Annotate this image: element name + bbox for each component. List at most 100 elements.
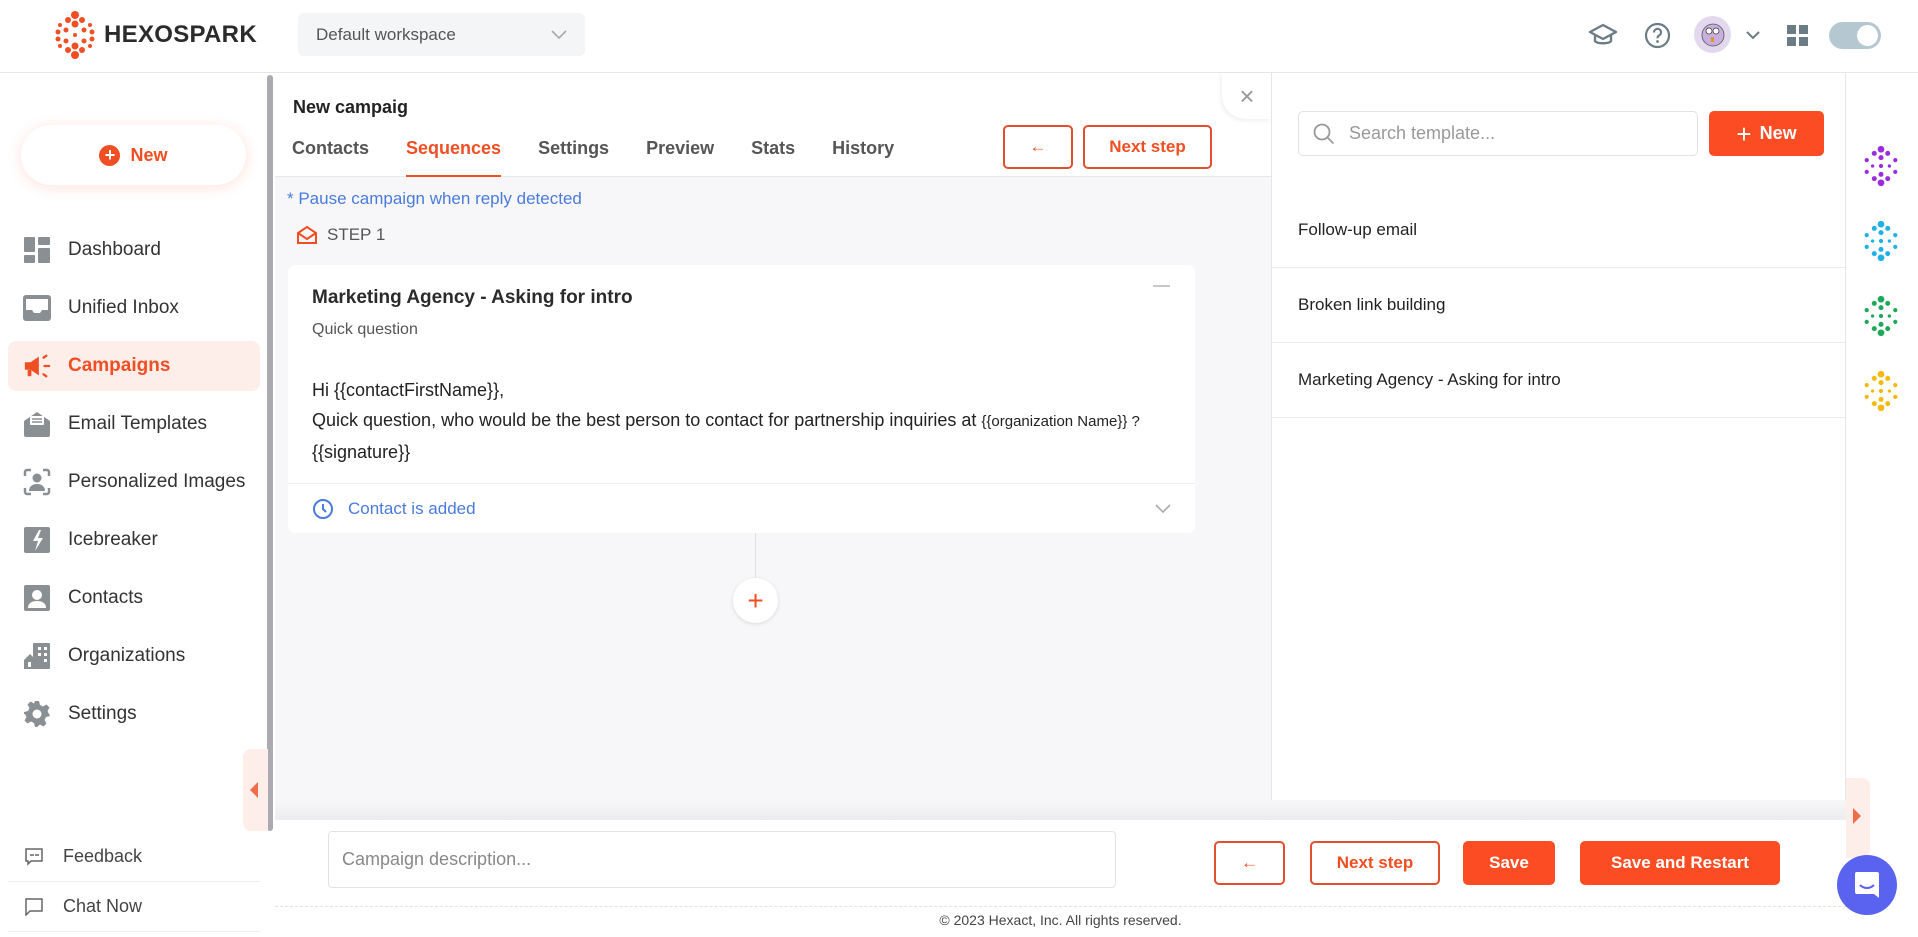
chevron-down-icon [551,29,567,39]
feedback-icon [25,847,43,866]
pause-campaign-note[interactable]: * Pause campaign when reply detected [287,189,582,209]
new-template-button[interactable]: + New [1709,111,1824,156]
right-panel-expand-button[interactable] [1846,778,1870,858]
next-step-button[interactable]: Next step [1083,125,1212,169]
brand-logo[interactable]: HEXOSPARK [52,10,257,60]
chat-bubble-icon [1855,872,1879,898]
campaign-editor: New campaig Contacts Sequences Settings … [275,73,1272,820]
copyright: © 2023 Hexact, Inc. All rights reserved. [939,912,1182,928]
close-icon: × [1239,80,1255,111]
campaign-description-field[interactable] [328,831,1116,888]
sequence-step-card[interactable]: Marketing Agency - Asking for intro Quic… [288,265,1195,533]
sidebar-item-settings[interactable]: Settings [8,689,260,739]
sidebar-item-dashboard[interactable]: Dashboard [8,225,260,275]
campaign-tabs: Contacts Sequences Settings Preview Stat… [292,138,931,177]
help-icon[interactable] [1644,22,1671,49]
feedback-link[interactable]: Feedback [8,832,260,882]
tab-settings[interactable]: Settings [538,138,609,177]
nav-label: Dashboard [68,239,161,260]
chat-now-label: Chat Now [63,896,143,916]
chat-icon [25,897,43,916]
nav-label: Unified Inbox [68,297,179,318]
apps-grid-icon[interactable] [1787,25,1808,46]
campaign-title: New campaig [293,97,409,117]
contact-icon [24,585,50,611]
step-subject: Quick question [312,321,418,338]
email-open-icon [297,226,317,244]
dashboard-icon [24,237,50,263]
close-button[interactable]: × [1222,73,1272,119]
face-scan-icon [23,468,51,496]
sidebar-collapse-button[interactable] [243,749,268,831]
collapse-step-icon[interactable] [1153,285,1170,287]
campaign-header: New campaig Contacts Sequences Settings … [275,73,1272,177]
hexomatic-app-icon[interactable] [1860,145,1902,187]
support-chat-button[interactable] [1837,855,1897,915]
template-list: Follow-up email Broken link building Mar… [1272,193,1845,418]
nav-label: Personalized Images [68,471,246,492]
app-switcher-rail [1860,145,1910,445]
bottom-shadow [275,800,1846,820]
chat-now-link[interactable]: Chat Now [8,882,260,932]
step-number: STEP 1 [327,225,386,244]
save-and-restart-button[interactable]: Save and Restart [1580,841,1780,885]
footer-next-step-button[interactable]: Next step [1310,841,1440,885]
footer-back-button[interactable]: ← [1214,841,1285,885]
template-search-input[interactable] [1349,123,1669,144]
hexosign-app-icon[interactable] [1860,370,1902,412]
sidebar-nav: Dashboard Unified Inbox Campaigns Email … [8,225,260,747]
lightning-icon [24,527,50,553]
toggle-knob [1857,25,1878,46]
hexowatch-app-icon[interactable] [1860,295,1902,337]
sidebar-item-organizations[interactable]: Organizations [8,631,260,681]
template-item[interactable]: Marketing Agency - Asking for intro [1272,343,1845,418]
sidebar-item-contacts[interactable]: Contacts [8,573,260,623]
top-bar: HEXOSPARK Default workspace [0,0,1918,73]
sidebar-item-unified-inbox[interactable]: Unified Inbox [8,283,260,333]
new-template-label: New [1759,123,1797,143]
back-button[interactable]: ← [1003,125,1073,169]
campaign-description-input[interactable] [342,849,1102,870]
sidebar-item-personalized-images[interactable]: Personalized Images [8,457,260,507]
building-icon [24,643,50,669]
tab-contacts[interactable]: Contacts [292,138,369,177]
email-template-icon [24,412,50,437]
user-avatar[interactable] [1694,16,1731,53]
template-search[interactable] [1298,111,1698,156]
sidebar-item-icebreaker[interactable]: Icebreaker [8,515,260,565]
hexometer-app-icon[interactable] [1860,220,1902,262]
sidebar-scrollbar[interactable] [267,75,273,831]
brand-name: HEXOSPARK [104,21,257,48]
nav-label: Settings [68,703,137,724]
sidebar-item-email-templates[interactable]: Email Templates [8,399,260,449]
body-variable: {{organization Name}} ? [981,413,1140,430]
plus-circle-icon: + [99,144,121,166]
tab-preview[interactable]: Preview [646,138,714,177]
megaphone-icon [24,354,51,378]
tab-sequences[interactable]: Sequences [406,138,502,177]
new-label: New [130,144,168,165]
chevron-down-icon[interactable] [1745,30,1761,40]
trigger-label: Contact is added [348,498,476,518]
step-label: STEP 1 [297,225,385,245]
sidebar-item-campaigns[interactable]: Campaigns [8,341,260,391]
workspace-select[interactable]: Default workspace [298,13,585,56]
plus-icon: + [1736,118,1752,149]
clock-icon [313,498,333,519]
body-line: {{signature}} [312,442,411,462]
template-item[interactable]: Follow-up email [1272,193,1845,268]
campaign-footer-bar: ← Next step Save Save and Restart [275,820,1846,907]
body-line: Hi {{contactFirstName}}, [312,380,505,400]
step-trigger[interactable]: Contact is added [288,483,1195,533]
graduation-cap-icon[interactable] [1588,22,1618,48]
add-step-button[interactable]: + [733,578,778,623]
sidebar-new-button[interactable]: + New [21,125,246,185]
template-item[interactable]: Broken link building [1272,268,1845,343]
save-button[interactable]: Save [1463,841,1555,885]
nav-label: Email Templates [68,413,208,434]
tab-stats[interactable]: Stats [751,138,795,177]
theme-toggle[interactable] [1829,22,1881,49]
body-line: Quick question, who would be the best pe… [312,405,1182,437]
tab-history[interactable]: History [832,138,894,177]
chevron-down-icon[interactable] [1155,504,1171,514]
